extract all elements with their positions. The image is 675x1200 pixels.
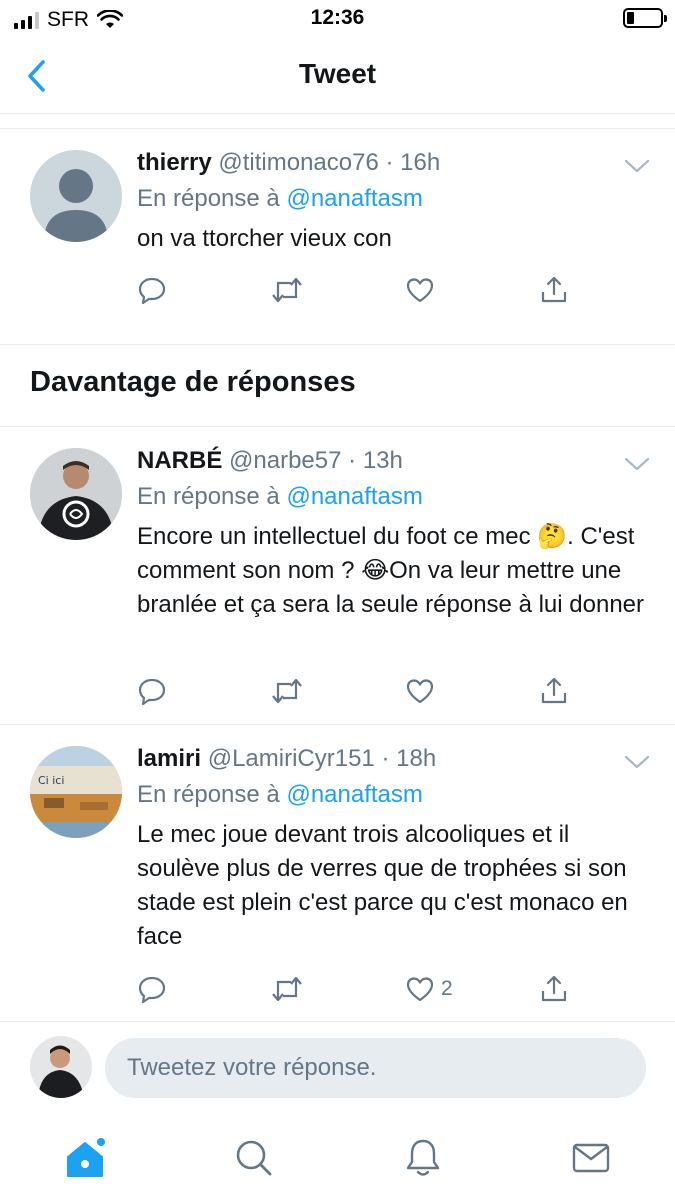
reply-button[interactable]: [137, 972, 167, 1006]
user-handle[interactable]: @LamiriCyr151: [208, 745, 375, 772]
separator-dot: ·: [381, 745, 390, 772]
reply-prefix: En réponse à: [137, 781, 280, 808]
tweet-text: Le mec joue devant trois alcooliques et …: [137, 821, 628, 950]
separator-dot: ·: [385, 149, 394, 176]
tab-notifications[interactable]: [398, 1133, 448, 1183]
tweet-actions: 2: [137, 972, 577, 1006]
tweet-time: 13h: [362, 447, 403, 474]
like-button[interactable]: [405, 674, 441, 708]
reply-prefix: En réponse à: [137, 483, 280, 510]
retweet-icon: [272, 678, 302, 704]
reply-icon: [138, 678, 166, 706]
retweet-button[interactable]: [271, 273, 303, 307]
divider: [0, 344, 675, 345]
svg-text:Ci ici: Ci ici: [38, 774, 64, 787]
tweet-header: lamiri @LamiriCyr151 · 18h: [137, 744, 651, 774]
tweet-header: NARBÉ @narbe57 · 13h: [137, 446, 651, 476]
home-icon: [67, 1138, 105, 1177]
reply-button[interactable]: [137, 674, 167, 708]
tweet-actions: [137, 273, 577, 307]
reply-icon: [138, 277, 166, 305]
tweet[interactable]: thierry @titimonaco76 · 16h En réponse à…: [0, 128, 675, 344]
nav-bar: Tweet: [0, 38, 675, 114]
bell-icon: [406, 1139, 440, 1176]
chevron-down-icon[interactable]: [623, 752, 651, 772]
tweet-actions: [137, 674, 577, 708]
page-title: Tweet: [298, 58, 377, 89]
avatar[interactable]: [30, 150, 122, 242]
search-icon: [236, 1140, 272, 1176]
profile-photo-icon: Ci ici: [30, 746, 122, 838]
section-title: Davantage de réponses: [30, 366, 356, 398]
reply-button[interactable]: [137, 273, 167, 307]
share-icon: [541, 975, 567, 1002]
reply-mention-link[interactable]: @nanaftasm: [286, 185, 422, 212]
battery-icon: [623, 8, 667, 28]
avatar[interactable]: [30, 448, 122, 540]
tweet-text: on va ttorcher vieux con: [137, 225, 392, 252]
share-button[interactable]: [539, 972, 569, 1006]
like-count: 2: [441, 977, 453, 1000]
reply-context: En réponse à @nanaftasm: [137, 184, 651, 214]
tweet-time: 18h: [396, 745, 437, 772]
default-avatar-icon: [44, 169, 108, 242]
like-button[interactable]: 2: [405, 972, 453, 1006]
tweet-header: thierry @titimonaco76 · 16h: [137, 148, 651, 178]
my-avatar[interactable]: [30, 1036, 92, 1098]
heart-icon: [406, 278, 434, 303]
reply-composer: [0, 1021, 675, 1113]
clock: 12:36: [310, 6, 365, 29]
heart-icon: [406, 977, 434, 1002]
mail-icon: [572, 1143, 610, 1173]
separator-dot: ·: [348, 447, 357, 474]
tweet-time: 16h: [400, 149, 441, 176]
tab-search[interactable]: [229, 1133, 279, 1183]
status-bar: SFR 12:36: [0, 0, 675, 38]
display-name[interactable]: lamiri: [137, 745, 201, 772]
retweet-button[interactable]: [271, 972, 303, 1006]
user-handle[interactable]: @titimonaco76: [218, 149, 378, 176]
tab-bar: [0, 1113, 675, 1200]
share-icon: [541, 276, 567, 303]
share-button[interactable]: [539, 674, 569, 708]
reply-prefix: En réponse à: [137, 185, 280, 212]
tab-home[interactable]: [60, 1133, 110, 1183]
reply-context: En réponse à @nanaftasm: [137, 780, 651, 810]
display-name[interactable]: thierry: [137, 149, 212, 176]
user-handle[interactable]: @narbe57: [229, 447, 341, 474]
tweet-text: Encore un intellectuel du foot ce mec 🤔.…: [137, 523, 644, 618]
reply-mention-link[interactable]: @nanaftasm: [286, 781, 422, 808]
chevron-down-icon[interactable]: [623, 156, 651, 176]
reply-icon: [138, 976, 166, 1004]
tweet[interactable]: Ci ici lamiri @LamiriCyr151 · 18h En rép…: [0, 724, 675, 1021]
tab-messages[interactable]: [566, 1133, 616, 1183]
profile-photo-icon: [30, 1036, 92, 1098]
heart-icon: [406, 679, 434, 704]
like-button[interactable]: [405, 273, 441, 307]
retweet-button[interactable]: [271, 674, 303, 708]
share-button[interactable]: [539, 273, 569, 307]
avatar[interactable]: Ci ici: [30, 746, 122, 838]
retweet-icon: [272, 976, 302, 1002]
chevron-down-icon[interactable]: [623, 454, 651, 474]
reply-context: En réponse à @nanaftasm: [137, 482, 651, 512]
share-icon: [541, 677, 567, 704]
reply-input[interactable]: [105, 1038, 646, 1098]
tweet[interactable]: NARBÉ @narbe57 · 13h En réponse à @nanaf…: [0, 426, 675, 724]
reply-mention-link[interactable]: @nanaftasm: [286, 483, 422, 510]
display-name[interactable]: NARBÉ: [137, 447, 222, 474]
profile-photo-icon: [30, 448, 122, 540]
retweet-icon: [272, 277, 302, 303]
